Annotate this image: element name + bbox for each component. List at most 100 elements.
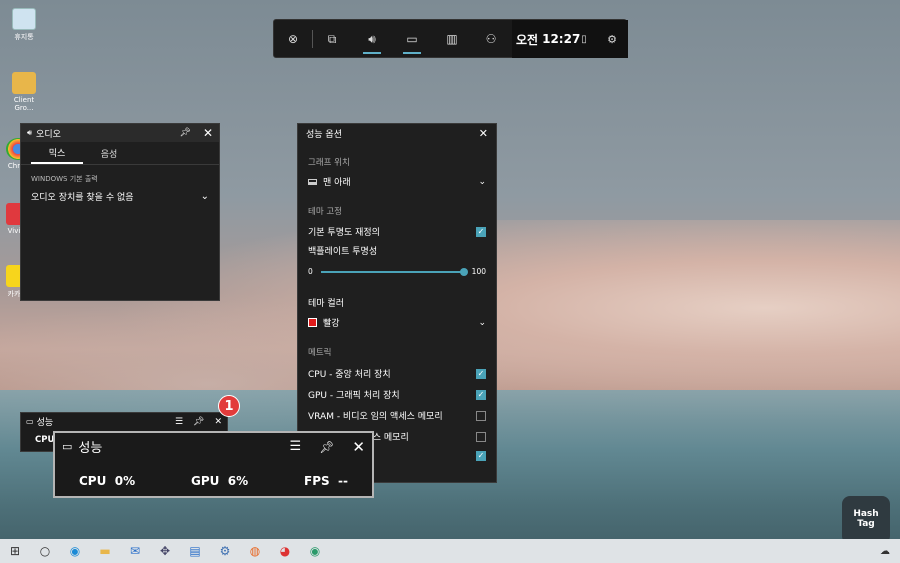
settings-button[interactable]: ⚙ bbox=[598, 20, 626, 58]
metric-label: CPU - 중앙 처리 장치 bbox=[308, 370, 391, 380]
opacity-slider[interactable] bbox=[320, 267, 468, 276]
tab-mix[interactable]: 믹스 bbox=[31, 142, 83, 164]
game-bar: ⊗ ⧉ 🔊︎ ▭ ▥ ⚇ 오전 12:27 ▯ ⚙ bbox=[273, 19, 628, 58]
override-opacity-label: 기본 투명도 재정의 bbox=[308, 228, 380, 238]
desktop-icon-label: Chr bbox=[7, 162, 21, 170]
search-circle-icon: ○ bbox=[39, 544, 51, 558]
taskbar-notepad[interactable]: ▤ bbox=[180, 539, 210, 563]
theme-color-label: 테마 컬러 bbox=[308, 299, 344, 309]
audio-section-label: WINDOWS 기본 출력 bbox=[31, 175, 98, 183]
slider-min: 0 bbox=[308, 267, 313, 276]
performance-options-panel: 성능 옵션 ✕ 그래프 위치 맨 아래 ⌄ 테마 고정 기본 투명도 재정의 ✓… bbox=[297, 123, 497, 483]
mail-icon: ✉ bbox=[129, 544, 141, 558]
taskbar-settings[interactable]: ⚙ bbox=[210, 539, 240, 563]
perf-small-titlebar: ▭ 성능 ☰ 📌︎ ✕ bbox=[21, 413, 227, 430]
pin-icon[interactable]: 📌︎ bbox=[193, 417, 204, 427]
folder-icon: ▬ bbox=[99, 544, 111, 558]
taskbar-mail[interactable]: ✉ bbox=[120, 539, 150, 563]
desktop-icon-label: 휴지통 bbox=[14, 33, 34, 41]
settings-sliders-icon[interactable]: ☰ bbox=[175, 417, 183, 427]
audio-device-text: 오디오 장치를 찾을 수 없음 bbox=[31, 193, 134, 203]
perf-small-title: 성능 bbox=[36, 418, 54, 428]
xbox-button[interactable]: ⊗ bbox=[274, 20, 312, 58]
xbox-icon: ⊗ bbox=[287, 32, 299, 46]
tab-voice[interactable]: 음성 bbox=[83, 142, 135, 164]
metric-label: VRAM - 비디오 임의 액세스 메모리 bbox=[308, 412, 443, 422]
mouse-button[interactable]: ▯ bbox=[570, 20, 598, 58]
onedrive-icon[interactable]: ☁ bbox=[880, 546, 890, 557]
slider-thumb[interactable] bbox=[459, 267, 468, 276]
taskbar-app[interactable]: ✥ bbox=[150, 539, 180, 563]
performance-widget-button[interactable]: ▭ bbox=[393, 20, 431, 58]
close-icon[interactable]: ✕ bbox=[479, 127, 488, 140]
notepad-icon: ▤ bbox=[189, 544, 201, 558]
pin-icon[interactable]: 📌︎ bbox=[319, 440, 334, 454]
perf-big-title: 성능 bbox=[78, 441, 103, 456]
annotation-badge: 1 bbox=[218, 395, 240, 417]
fps-label: FPS bbox=[304, 474, 330, 488]
chevron-down-icon: ⌄ bbox=[478, 176, 486, 187]
audio-titlebar[interactable]: 🔊︎ 오디오 📌︎ ✕ bbox=[21, 124, 219, 142]
taskbar-chrome[interactable]: ◕ bbox=[270, 539, 300, 563]
bar-chart-icon: ▥ bbox=[446, 32, 458, 46]
hashtag-watermark-logo: Hash Tag bbox=[842, 496, 890, 544]
chevron-down-icon: ⌄ bbox=[478, 317, 486, 328]
folder-icon bbox=[12, 72, 36, 94]
taskbar-firefox[interactable]: ◍ bbox=[240, 539, 270, 563]
metric-checkbox[interactable]: ✓ bbox=[476, 389, 486, 400]
graph-position-value: 맨 아래 bbox=[323, 178, 351, 188]
watermark-text: Hash Tag bbox=[853, 509, 879, 529]
pin-icon[interactable]: 📌︎ bbox=[180, 128, 191, 138]
close-icon[interactable]: ✕ bbox=[214, 417, 222, 427]
metric-row[interactable]: GPU - 그래픽 처리 장치 ✓ bbox=[308, 388, 486, 401]
metric-checkbox[interactable] bbox=[476, 410, 486, 421]
close-icon[interactable]: ✕ bbox=[352, 438, 365, 456]
desktop-icon-label: Client Gro... bbox=[13, 96, 35, 112]
audio-device-dropdown[interactable]: 오디오 장치를 찾을 수 없음 ⌄ bbox=[21, 184, 219, 203]
metric-checkbox[interactable]: ✓ bbox=[476, 451, 486, 461]
chevron-down-icon: ⌄ bbox=[200, 191, 209, 202]
social-widget-button[interactable]: ⚇ bbox=[472, 20, 510, 58]
monitor-icon: ▭ bbox=[26, 417, 34, 426]
taskbar-edge[interactable]: ◉ bbox=[60, 539, 90, 563]
gpu-value: 6% bbox=[227, 474, 249, 488]
audio-widget-button[interactable]: 🔊︎ bbox=[353, 20, 391, 58]
metric-label: GPU - 그래픽 처리 장치 bbox=[308, 391, 400, 401]
capture-icon: ⧉ bbox=[327, 31, 337, 46]
monitor-icon: ▭ bbox=[62, 440, 73, 453]
performance-widget: ▭ 성능 ☰ 📌︎ ✕ CPU 0% GPU 6% FPS -- bbox=[53, 431, 374, 498]
search-button[interactable]: ○ bbox=[30, 539, 60, 563]
taskbar-edge-dev[interactable]: ◉ bbox=[300, 539, 330, 563]
color-swatch bbox=[308, 318, 317, 327]
cpu-value: 0% bbox=[114, 474, 136, 488]
gear-icon: ⚙ bbox=[607, 32, 617, 46]
theme-fix-label: 테마 고정 bbox=[308, 207, 342, 217]
people-icon: ⚇ bbox=[485, 32, 497, 46]
taskbar-explorer[interactable]: ▬ bbox=[90, 539, 120, 563]
theme-color-dropdown[interactable]: 빨강 ⌄ bbox=[308, 316, 486, 329]
desktop-icon-label: 카카 bbox=[7, 290, 21, 298]
graph-position-dropdown[interactable]: 맨 아래 ⌄ bbox=[308, 175, 486, 188]
metric-checkbox[interactable]: ✓ bbox=[476, 368, 486, 379]
audio-tabs: 믹스 음성 bbox=[21, 142, 219, 165]
windows-icon: ⊞ bbox=[9, 544, 21, 558]
desktop-icon-folder[interactable]: Client Gro... bbox=[6, 72, 42, 112]
graph-bottom-icon bbox=[308, 178, 317, 185]
metric-row[interactable]: CPU - 중앙 처리 장치 ✓ bbox=[308, 367, 486, 380]
override-opacity-row[interactable]: 기본 투명도 재정의 ✓ bbox=[308, 225, 486, 238]
slider-max: 100 bbox=[471, 267, 486, 276]
close-icon[interactable]: ✕ bbox=[203, 126, 213, 140]
desktop-icon-recycle-bin[interactable]: 휴지통 bbox=[6, 8, 42, 42]
resources-widget-button[interactable]: ▥ bbox=[433, 20, 471, 58]
metric-checkbox[interactable] bbox=[476, 431, 486, 442]
capture-widget-button[interactable]: ⧉ bbox=[313, 20, 351, 58]
settings-sliders-icon[interactable]: ☰ bbox=[290, 439, 302, 454]
fps-value: -- bbox=[338, 474, 348, 488]
start-button[interactable]: ⊞ bbox=[0, 539, 30, 563]
audio-widget: 🔊︎ 오디오 📌︎ ✕ 믹스 음성 WINDOWS 기본 출력 오디오 장치를 … bbox=[20, 123, 220, 301]
gpu-metric: GPU 6% bbox=[191, 474, 248, 488]
graph-position-label: 그래프 위치 bbox=[308, 158, 350, 168]
override-opacity-checkbox[interactable]: ✓ bbox=[476, 226, 486, 237]
metric-row[interactable]: VRAM - 비디오 임의 액세스 메모리 bbox=[308, 409, 486, 422]
chrome-icon: ◕ bbox=[279, 544, 291, 558]
